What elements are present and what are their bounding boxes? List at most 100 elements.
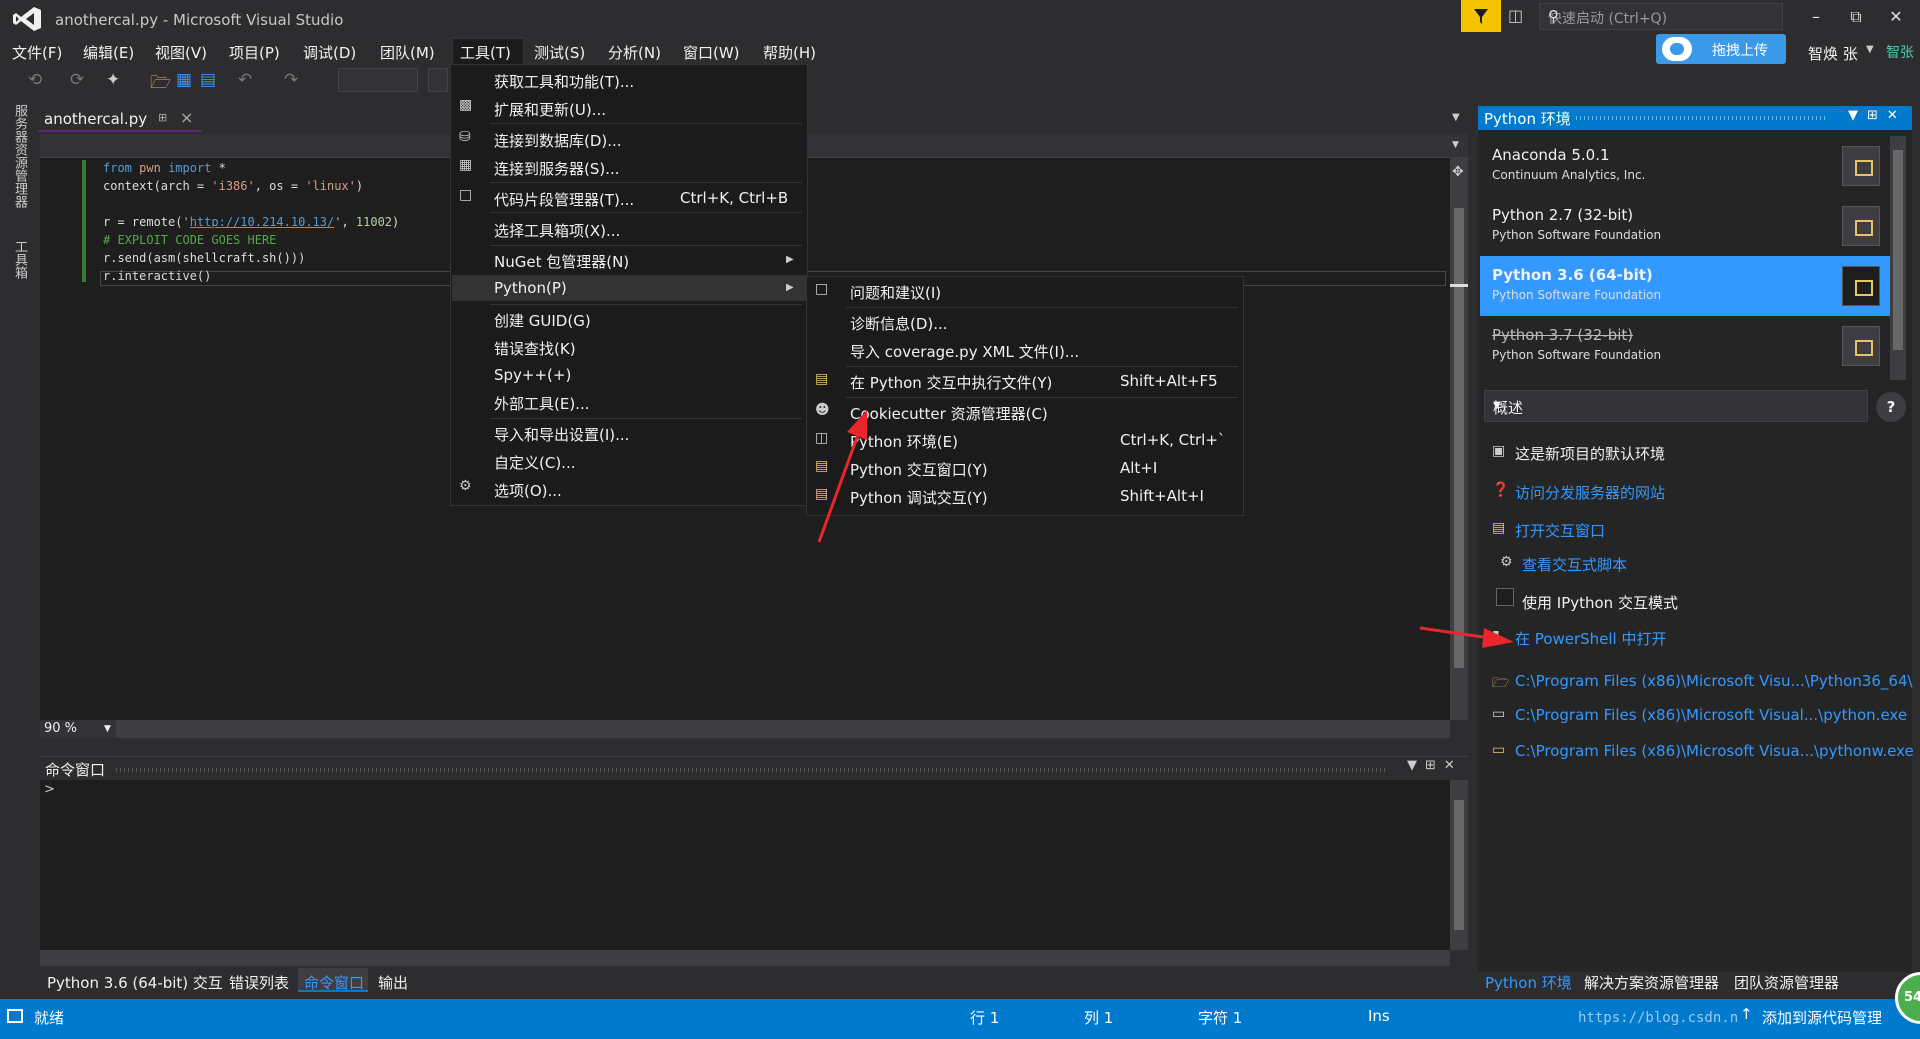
submenu-item-python-env[interactable]: Python 环境(E): [850, 431, 958, 452]
command-window-scrollbar[interactable]: [1450, 780, 1468, 950]
menu-item-toolbox[interactable]: 选择工具箱项(X)...: [494, 220, 620, 241]
feedback-icon[interactable]: ◫: [1508, 6, 1530, 26]
menu-tools[interactable]: 工具(T): [460, 42, 511, 63]
interactive-scripts-link[interactable]: 查看交互式脚本: [1522, 554, 1627, 575]
undo-icon[interactable]: ↶: [238, 70, 252, 90]
menu-item-options[interactable]: 选项(O)...: [494, 480, 562, 501]
env-path-link[interactable]: C:\Program Files (x86)\Microsoft Visu...…: [1515, 672, 1913, 690]
menu-item-snippets[interactable]: 代码片段管理器(T)...: [494, 189, 634, 210]
submenu-item-debug-interactive[interactable]: Python 调试交互(Y): [850, 487, 988, 508]
menu-test[interactable]: 测试(S): [534, 42, 585, 63]
status-add-source-control[interactable]: 添加到源代码管理: [1762, 1007, 1882, 1028]
tab-command-window[interactable]: 命令窗口: [304, 972, 364, 993]
menu-item-import-export[interactable]: 导入和导出设置(I)...: [494, 424, 629, 445]
menu-item-guid[interactable]: 创建 GUID(G): [494, 310, 591, 331]
menu-item-get-tools[interactable]: 获取工具和功能(T)...: [494, 71, 634, 92]
editor-horizontal-scrollbar[interactable]: [40, 720, 1450, 738]
menu-item-extensions[interactable]: 扩展和更新(U)...: [494, 99, 606, 120]
solution-config-dropdown[interactable]: [338, 68, 418, 92]
tab-overflow-icon[interactable]: ▼: [1452, 112, 1460, 123]
open-interactive-icon[interactable]: [1842, 206, 1880, 246]
chevron-down-icon[interactable]: ▼: [1866, 44, 1874, 55]
menu-item-connect-db[interactable]: 连接到数据库(D)...: [494, 130, 622, 151]
nav-dropdown-icon[interactable]: ▼: [1452, 140, 1459, 150]
server-explorer-tab[interactable]: 服务器资源管理器: [10, 104, 29, 208]
menu-item-error-lookup[interactable]: 错误查找(K): [494, 338, 576, 359]
help-button[interactable]: ?: [1876, 392, 1906, 422]
submenu-item-interactive[interactable]: Python 交互窗口(Y): [850, 459, 988, 480]
drag-grip[interactable]: [1576, 116, 1826, 120]
menu-item-connect-server[interactable]: 连接到服务器(S)...: [494, 158, 620, 179]
submenu-item-diagnostics[interactable]: 诊断信息(D)...: [850, 313, 948, 334]
restore-button[interactable]: ⧉: [1836, 4, 1876, 30]
open-interactive-icon[interactable]: [1842, 266, 1880, 306]
env-python36[interactable]: Python 3.6 (64-bit) Python Software Found…: [1480, 256, 1890, 316]
tab-error-list[interactable]: 错误列表: [229, 972, 289, 993]
menu-item-nuget[interactable]: NuGet 包管理器(N): [494, 251, 629, 272]
notification-filter-button[interactable]: [1461, 0, 1501, 32]
pythonw-exe-link[interactable]: C:\Program Files (x86)\Microsoft Visua..…: [1515, 742, 1914, 760]
toolbox-tab[interactable]: 工具箱: [10, 240, 29, 279]
scroll-thumb[interactable]: [1893, 150, 1903, 350]
pin-icon[interactable]: ⊞: [158, 111, 167, 124]
command-window-hscrollbar[interactable]: [40, 950, 1450, 966]
panel-controls-icon[interactable]: ▼⊞✕: [1407, 758, 1463, 773]
env-list-scrollbar[interactable]: [1890, 136, 1906, 380]
menu-edit[interactable]: 编辑(E): [83, 42, 134, 63]
zoom-dropdown[interactable]: 90 % ▼: [40, 720, 116, 738]
menu-file[interactable]: 文件(F): [12, 42, 62, 63]
user-avatar-tag[interactable]: 智张: [1886, 42, 1914, 62]
submenu-item-cookiecutter[interactable]: Cookiecutter 资源管理器(C): [850, 403, 1048, 424]
ipython-checkbox[interactable]: [1496, 588, 1514, 606]
menu-item-external-tools[interactable]: 外部工具(E)...: [494, 393, 590, 414]
scroll-thumb[interactable]: [1454, 800, 1464, 930]
upload-button[interactable]: 拖拽上传: [1656, 34, 1786, 64]
tab-output[interactable]: 输出: [378, 972, 408, 993]
visit-distributor-link[interactable]: 访问分发服务器的网站: [1515, 482, 1665, 503]
tab-team-explorer[interactable]: 团队资源管理器: [1734, 972, 1839, 993]
submenu-item-issues[interactable]: 问题和建议(I): [850, 282, 941, 303]
platform-dropdown[interactable]: [428, 68, 448, 92]
python-exe-link[interactable]: C:\Program Files (x86)\Microsoft Visual.…: [1515, 706, 1907, 724]
menu-project[interactable]: 项目(P): [229, 42, 280, 63]
env-python27[interactable]: Python 2.7 (32-bit) Python Software Found…: [1480, 196, 1890, 256]
open-interactive-icon[interactable]: [1842, 146, 1880, 186]
menu-help[interactable]: 帮助(H): [763, 42, 816, 63]
env-view-dropdown[interactable]: 概述 ▼: [1484, 390, 1868, 422]
drag-grip[interactable]: [116, 768, 1386, 772]
scroll-thumb[interactable]: [1454, 208, 1464, 668]
menu-item-customize[interactable]: 自定义(C)...: [494, 452, 575, 473]
submenu-item-exec-file[interactable]: 在 Python 交互中执行文件(Y): [850, 372, 1052, 393]
open-powershell-link[interactable]: 在 PowerShell 中打开: [1515, 628, 1666, 649]
env-python37[interactable]: Python 3.7 (32-bit) Python Software Found…: [1480, 316, 1890, 376]
user-name[interactable]: 智焕 张: [1808, 43, 1858, 64]
open-folder-icon[interactable]: 🗁: [150, 70, 171, 99]
doc-tab-anothercal[interactable]: anothercal.py ⊞ ×: [38, 106, 202, 132]
submenu-item-coverage[interactable]: 导入 coverage.py XML 文件(I)...: [850, 341, 1079, 362]
menu-item-spy[interactable]: Spy++(+): [494, 366, 571, 384]
editor-vertical-scrollbar[interactable]: ✥: [1450, 158, 1468, 720]
menu-window[interactable]: 窗口(W): [683, 42, 740, 63]
menu-analyze[interactable]: 分析(N): [608, 42, 661, 63]
menu-team[interactable]: 团队(M): [380, 42, 435, 63]
tab-python-interactive[interactable]: Python 3.6 (64-bit) 交互: [47, 972, 223, 993]
close-icon[interactable]: ×: [180, 108, 193, 127]
tab-python-env[interactable]: Python 环境: [1485, 972, 1572, 993]
back-icon[interactable]: ⟲: [28, 70, 42, 90]
menu-item-python[interactable]: Python(P): [494, 279, 567, 297]
redo-icon[interactable]: ↷: [284, 70, 298, 90]
menu-debug[interactable]: 调试(D): [303, 42, 356, 63]
command-window-body[interactable]: [40, 780, 1450, 950]
quick-launch-input[interactable]: 快速启动 (Ctrl+Q) ⚲: [1539, 3, 1783, 30]
env-anaconda[interactable]: Anaconda 5.0.1 Continuum Analytics, Inc.: [1480, 136, 1890, 196]
minimize-button[interactable]: –: [1796, 4, 1836, 30]
open-interactive-icon[interactable]: [1842, 326, 1880, 366]
panel-controls-icon[interactable]: ▼⊞✕: [1848, 108, 1907, 123]
menu-view[interactable]: 视图(V): [155, 42, 207, 63]
close-button[interactable]: ✕: [1876, 4, 1916, 30]
split-icon[interactable]: ✥: [1452, 164, 1464, 180]
save-all-icon[interactable]: ▤: [200, 70, 216, 90]
forward-icon[interactable]: ⟳: [70, 70, 84, 90]
tab-solution-explorer[interactable]: 解决方案资源管理器: [1584, 972, 1719, 993]
save-icon[interactable]: ▦: [176, 70, 192, 90]
